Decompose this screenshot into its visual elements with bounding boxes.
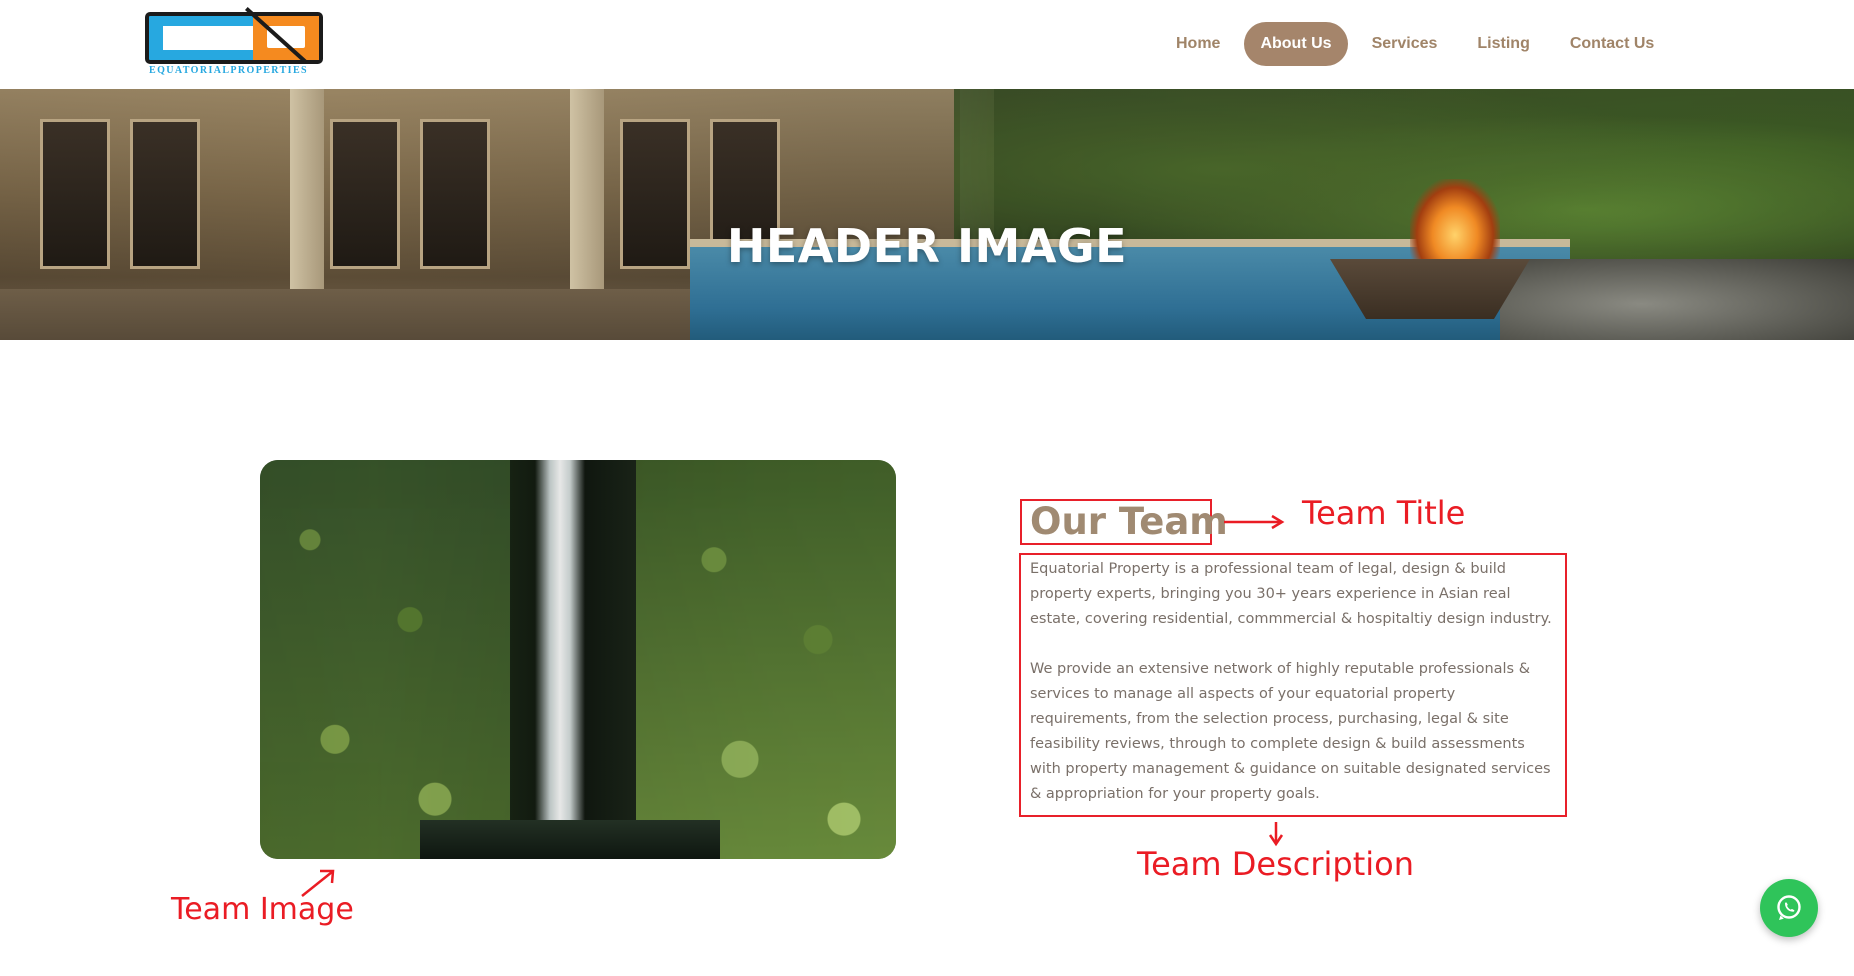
nav-item-home[interactable]: Home xyxy=(1160,22,1236,66)
whatsapp-icon xyxy=(1777,895,1801,920)
hero-title: HEADER IMAGE xyxy=(726,219,1128,273)
nav-item-listing[interactable]: Listing xyxy=(1461,22,1545,66)
main-nav: Home About Us Services Listing Contact U… xyxy=(1160,22,1678,66)
team-description-paragraph-1: Equatorial Property is a professional te… xyxy=(1030,561,1552,627)
logo-mark xyxy=(145,7,323,64)
arrow-right-icon xyxy=(1224,514,1285,530)
site-logo[interactable]: EQUATORIALPROPERTIES xyxy=(145,7,325,78)
annotation-team-title: Team Title xyxy=(1302,494,1466,532)
nav-item-services[interactable]: Services xyxy=(1356,22,1454,66)
nav-item-about-us[interactable]: About Us xyxy=(1244,22,1348,66)
whatsapp-button[interactable] xyxy=(1760,879,1818,937)
team-image xyxy=(260,460,896,859)
hero-header-image: HEADER IMAGE xyxy=(0,89,1854,340)
team-description-paragraph-2: We provide an extensive network of highl… xyxy=(1030,661,1551,802)
logo-wordmark: EQUATORIALPROPERTIES xyxy=(149,65,308,76)
team-description: Equatorial Property is a professional te… xyxy=(1030,557,1560,832)
nav-item-contact-us[interactable]: Contact Us xyxy=(1554,22,1670,66)
arrow-down-icon xyxy=(1268,822,1284,847)
annotation-team-description: Team Description xyxy=(1137,845,1414,883)
team-title: Our Team xyxy=(1030,500,1228,543)
top-navbar: EQUATORIALPROPERTIES Home About Us Servi… xyxy=(0,0,1854,89)
annotation-team-image: Team Image xyxy=(171,892,354,927)
